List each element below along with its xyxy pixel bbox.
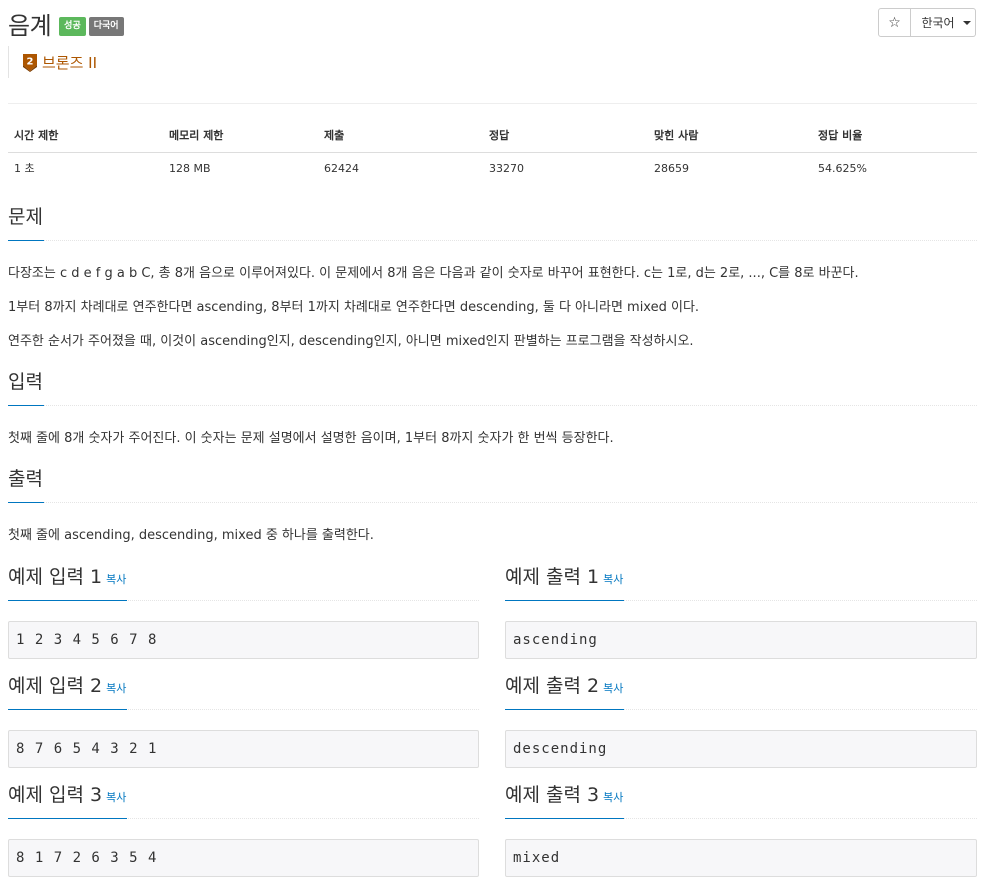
bronze-tier-icon: 2 xyxy=(23,53,37,72)
header-memory-limit: 메모리 제한 xyxy=(163,118,318,153)
output-header: 출력 xyxy=(8,465,977,503)
copy-button[interactable]: 복사 xyxy=(106,791,126,804)
header-solvers: 맞힌 사람 xyxy=(648,118,812,153)
description-header: 문제 xyxy=(8,203,977,241)
example-input-2: 8 7 6 5 4 3 2 1 xyxy=(8,730,479,768)
header-accepted: 정답 xyxy=(483,118,648,153)
problem-title: 음계 xyxy=(8,11,52,40)
problem-info-table: 시간 제한 메모리 제한 제출 정답 맞힌 사람 정답 비율 1 초 128 M… xyxy=(8,118,977,184)
description-paragraph-3: 연주한 순서가 주어졌을 때, 이것이 ascending인지, descend… xyxy=(8,334,694,349)
example-output-3-header: 예제 출력 3 복사 xyxy=(505,781,977,819)
value-memory-limit: 128 MB xyxy=(169,161,211,175)
example-input-1-header: 예제 입력 1 복사 xyxy=(8,563,479,601)
caret-down-icon xyxy=(962,20,971,25)
info-header-row: 시간 제한 메모리 제한 제출 정답 맞힌 사람 정답 비율 xyxy=(8,118,977,153)
example-output-1-header: 예제 출력 1 복사 xyxy=(505,563,977,601)
copy-button[interactable]: 복사 xyxy=(603,791,623,804)
copy-button[interactable]: 복사 xyxy=(603,682,623,695)
value-accepted[interactable]: 33270 xyxy=(483,152,648,184)
example-input-2-title: 예제 입력 2 xyxy=(8,675,103,697)
copy-button[interactable]: 복사 xyxy=(106,682,126,695)
copy-button[interactable]: 복사 xyxy=(106,573,126,586)
header-time-limit: 시간 제한 xyxy=(8,118,163,153)
copy-button[interactable]: 복사 xyxy=(603,573,623,586)
output-title: 출력 xyxy=(8,465,44,503)
value-solvers[interactable]: 28659 xyxy=(648,152,812,184)
example-input-3-title: 예제 입력 3 xyxy=(8,784,103,806)
success-badge[interactable]: 성공 xyxy=(59,16,86,36)
language-dropdown[interactable]: 한국어 xyxy=(911,8,976,37)
description-title: 문제 xyxy=(8,203,44,241)
input-description: 첫째 줄에 8개 숫자가 주어진다. 이 숫자는 문제 설명에서 설명한 음이며… xyxy=(8,431,614,446)
description-paragraph-2: 1부터 8까지 차례대로 연주한다면 ascending, 8부터 1까지 차례… xyxy=(8,300,700,315)
divider xyxy=(8,103,977,104)
header-ratio: 정답 비율 xyxy=(812,118,977,153)
top-buttons: ☆ 한국어 xyxy=(878,8,976,37)
input-title: 입력 xyxy=(8,368,44,406)
value-time-limit: 1 초 xyxy=(14,162,35,176)
example-output-2-header: 예제 출력 2 복사 xyxy=(505,672,977,710)
star-icon: ☆ xyxy=(888,14,901,31)
example-input-1: 1 2 3 4 5 6 7 8 xyxy=(8,621,479,659)
language-label: 한국어 xyxy=(921,16,955,30)
tier-number: 2 xyxy=(27,56,34,67)
example-output-3-title: 예제 출력 3 xyxy=(505,784,600,806)
multilang-badge[interactable]: 다국어 xyxy=(88,16,124,36)
value-ratio: 54.625% xyxy=(818,161,867,175)
example-output-3: mixed xyxy=(505,839,977,877)
description-paragraph-1: 다장조는 c d e f g a b C, 총 8개 음으로 이루어져있다. 이… xyxy=(8,266,859,281)
example-output-2-title: 예제 출력 2 xyxy=(505,675,600,697)
tier-label[interactable]: 2 브론즈 II xyxy=(8,46,97,78)
example-output-1: ascending xyxy=(505,621,977,659)
header-submissions: 제출 xyxy=(318,118,483,153)
example-output-2: descending xyxy=(505,730,977,768)
input-header: 입력 xyxy=(8,368,977,406)
tier-text: 브론즈 II xyxy=(42,53,98,72)
favorite-star-button[interactable]: ☆ xyxy=(878,8,911,37)
example-input-2-header: 예제 입력 2 복사 xyxy=(8,672,479,710)
example-input-3: 8 1 7 2 6 3 5 4 xyxy=(8,839,479,877)
title-row: 음계 성공 다국어 xyxy=(8,6,124,40)
output-description: 첫째 줄에 ascending, descending, mixed 중 하나를… xyxy=(8,528,374,543)
example-input-3-header: 예제 입력 3 복사 xyxy=(8,781,479,819)
example-output-1-title: 예제 출력 1 xyxy=(505,566,600,588)
info-value-row: 1 초 128 MB 62424 33270 28659 54.625% xyxy=(8,152,977,184)
value-submissions[interactable]: 62424 xyxy=(318,152,483,184)
example-input-1-title: 예제 입력 1 xyxy=(8,566,103,588)
